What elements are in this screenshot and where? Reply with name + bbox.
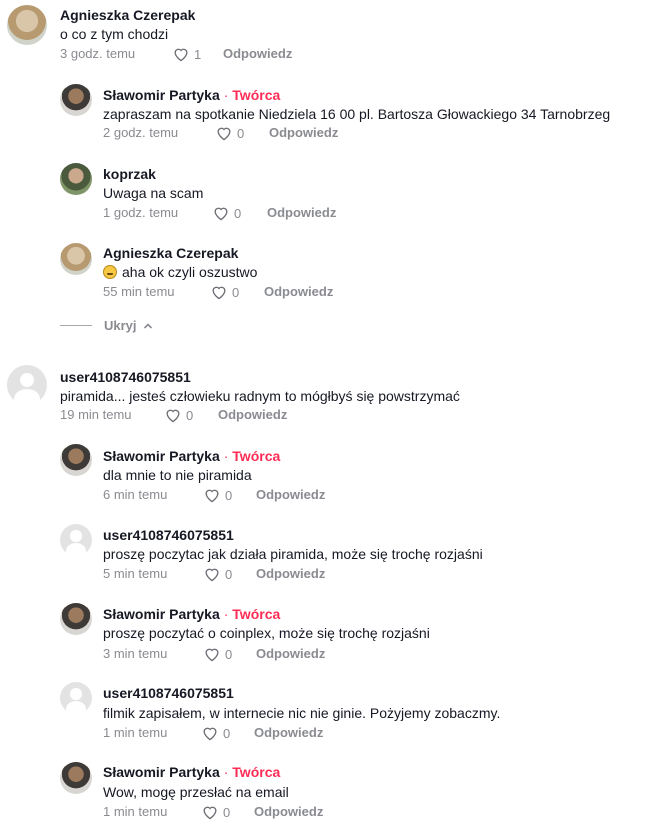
comment-time: 1 min temu <box>103 725 168 740</box>
heart-icon <box>203 806 217 820</box>
like-button[interactable]: 0 <box>212 205 241 221</box>
like-count: 0 <box>232 284 240 300</box>
reply-button[interactable]: Odpowiedz <box>256 646 325 661</box>
comment-author[interactable]: koprzak <box>103 166 156 182</box>
comment-text: proszę poczytać o coinplex, może się tro… <box>103 625 430 641</box>
comment-text: o co z tym chodzi <box>60 26 169 42</box>
reply-button[interactable]: Odpowiedz <box>254 725 323 740</box>
like-button[interactable]: 0 <box>215 125 244 141</box>
like-button[interactable]: 0 <box>201 804 230 820</box>
creator-separator: · <box>223 764 229 780</box>
creator-separator: · <box>223 606 229 622</box>
comment-text: piramida... jesteś człowieku radnym to m… <box>60 388 460 404</box>
comment-author[interactable]: user4108746075851 <box>103 527 234 543</box>
comment-author[interactable]: Sławomir Partyka · Twórca <box>103 606 280 622</box>
comment-text: zapraszam na spotkanie Niedziela 16 00 p… <box>103 106 611 122</box>
like-button[interactable]: 0 <box>164 407 193 423</box>
avatar[interactable] <box>7 365 47 405</box>
author-name: Sławomir Partyka <box>103 87 220 103</box>
comment-text: Wow, mogę przesłać na email <box>103 784 289 800</box>
comment-author[interactable]: Sławomir Partyka · Twórca <box>103 764 280 780</box>
comment-author[interactable]: Sławomir Partyka · Twórca <box>103 448 280 464</box>
reply-button[interactable]: Odpowiedz <box>218 407 287 422</box>
heart-icon <box>205 568 219 582</box>
like-button[interactable]: 1 <box>172 46 201 62</box>
avatar[interactable] <box>60 444 92 476</box>
heart-icon <box>212 286 226 300</box>
like-button[interactable]: 0 <box>203 646 232 662</box>
heart-icon <box>214 207 228 221</box>
comment-time: 1 min temu <box>103 804 168 819</box>
comment-time: 2 godz. temu <box>103 125 179 140</box>
comment-text: proszę poczytac jak działa piramida, moż… <box>103 546 483 562</box>
heart-icon <box>205 489 219 503</box>
heart-icon <box>174 48 188 62</box>
like-button[interactable]: 0 <box>203 487 232 503</box>
comment-time: 5 min temu <box>103 566 168 581</box>
heart-icon <box>203 727 217 741</box>
like-button[interactable]: 0 <box>203 566 232 582</box>
avatar[interactable] <box>60 682 92 714</box>
like-count: 0 <box>186 407 194 423</box>
comment-text: Uwaga na scam <box>103 185 204 201</box>
reply-button[interactable]: Odpowiedz <box>223 46 292 61</box>
comment-author[interactable]: Sławomir Partyka · Twórca <box>103 87 280 103</box>
avatar[interactable] <box>60 603 92 635</box>
comment-time: 19 min temu <box>60 407 132 422</box>
comment-time: 6 min temu <box>103 487 168 502</box>
comment-text: dla mnie to nie piramida <box>103 467 252 483</box>
creator-badge: Twórca <box>232 87 281 103</box>
reply-button[interactable]: Odpowiedz <box>254 804 323 819</box>
author-name: Sławomir Partyka <box>103 606 220 622</box>
like-button[interactable]: 0 <box>201 725 230 741</box>
comment-author[interactable]: Agnieszka Czerepak <box>103 245 238 261</box>
avatar[interactable] <box>60 243 92 275</box>
heart-icon <box>205 648 219 662</box>
comment-author[interactable]: user4108746075851 <box>60 369 191 385</box>
like-count: 0 <box>225 566 233 582</box>
hide-replies-button[interactable]: Ukryj <box>60 318 153 333</box>
like-count: 0 <box>237 125 245 141</box>
creator-separator: · <box>223 87 229 103</box>
divider <box>60 325 92 326</box>
like-count: 0 <box>225 487 233 503</box>
comment-time: 1 godz. temu <box>103 205 179 220</box>
avatar[interactable] <box>60 84 92 116</box>
avatar[interactable] <box>60 163 92 195</box>
comment-text-body: aha ok czyli oszustwo <box>122 264 258 280</box>
comment-time: 55 min temu <box>103 284 175 299</box>
like-count: 0 <box>223 804 231 820</box>
creator-separator: · <box>223 448 229 464</box>
reply-button[interactable]: Odpowiedz <box>269 125 338 140</box>
avatar[interactable] <box>60 762 92 794</box>
comment-text: filmik zapisałem, w internecie nic nie g… <box>103 705 501 721</box>
like-count: 1 <box>194 46 202 62</box>
comment-author[interactable]: user4108746075851 <box>103 685 234 701</box>
like-count: 0 <box>223 725 231 741</box>
like-button[interactable]: 0 <box>210 284 239 300</box>
reply-button[interactable]: Odpowiedz <box>256 566 325 581</box>
author-name: Sławomir Partyka <box>103 448 220 464</box>
author-name: Sławomir Partyka <box>103 764 220 780</box>
grinning-face-icon <box>103 265 117 279</box>
comment-text: aha ok czyli oszustwo <box>103 264 257 280</box>
reply-button[interactable]: Odpowiedz <box>256 487 325 502</box>
chevron-up-icon <box>143 322 152 329</box>
comment-time: 3 godz. temu <box>60 46 136 61</box>
creator-badge: Twórca <box>232 764 281 780</box>
avatar[interactable] <box>60 524 92 556</box>
comment-time: 3 min temu <box>103 646 168 661</box>
hide-label: Ukryj <box>104 318 137 333</box>
heart-icon <box>166 409 180 423</box>
like-count: 0 <box>225 646 233 662</box>
creator-badge: Twórca <box>232 448 281 464</box>
reply-button[interactable]: Odpowiedz <box>267 205 336 220</box>
avatar[interactable] <box>7 5 47 45</box>
heart-icon <box>217 127 231 141</box>
like-count: 0 <box>234 205 242 221</box>
creator-badge: Twórca <box>232 606 281 622</box>
comment-author[interactable]: Agnieszka Czerepak <box>60 7 195 23</box>
reply-button[interactable]: Odpowiedz <box>264 284 333 299</box>
